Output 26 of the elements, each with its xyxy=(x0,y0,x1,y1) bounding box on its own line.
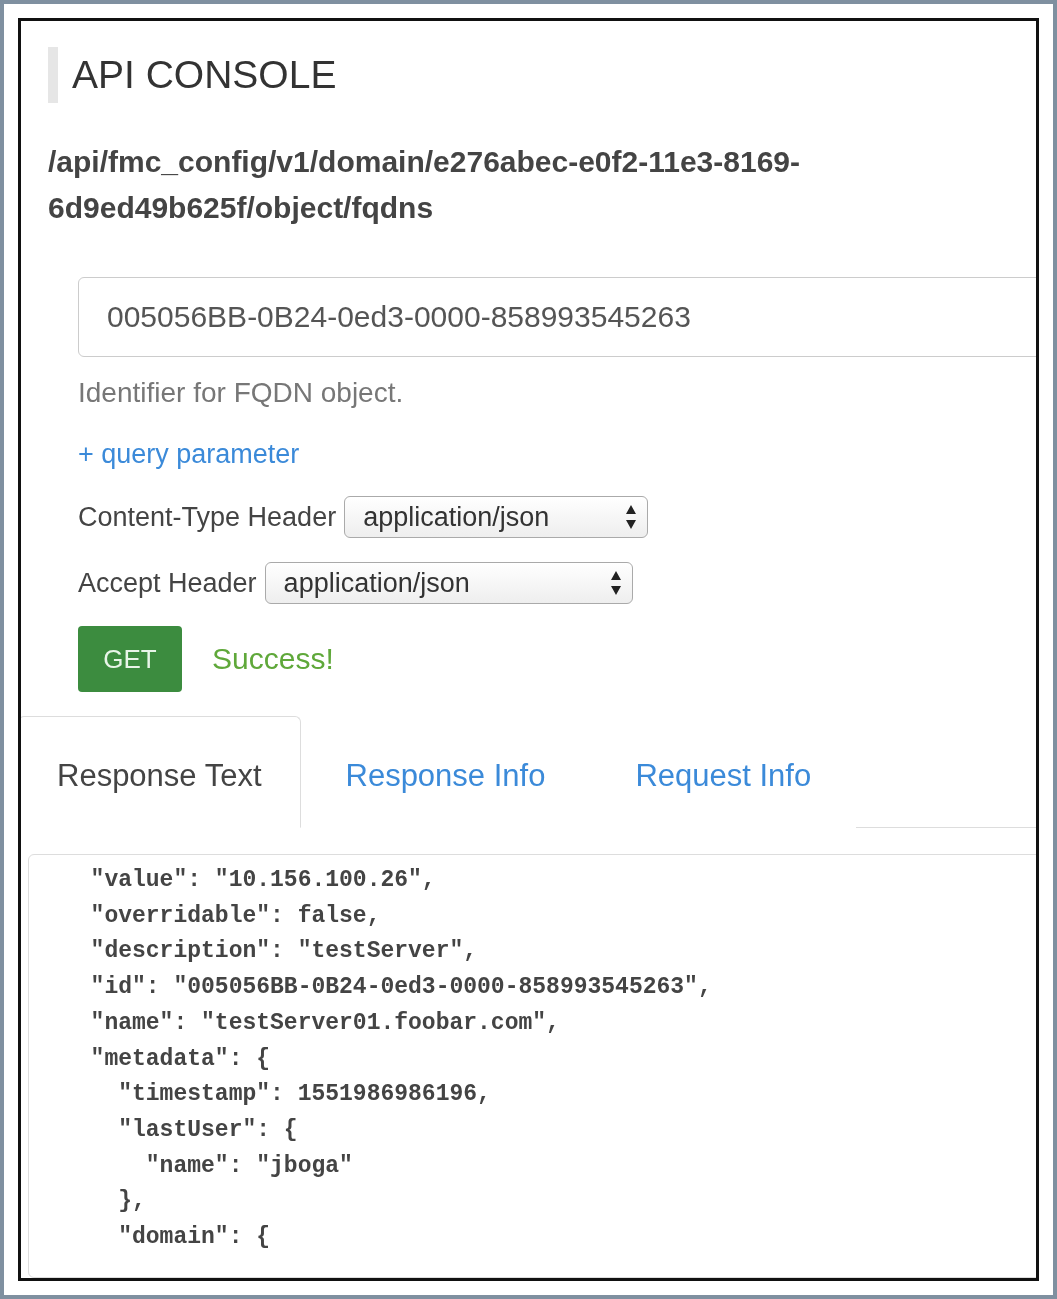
header-label: Content-Type Header xyxy=(78,501,337,533)
up-down-arrow-icon xyxy=(625,504,638,530)
code-line: "metadata": { xyxy=(89,1044,272,1074)
page-title: API CONSOLE xyxy=(72,53,337,97)
identifier-field[interactable]: 005056BB-0B24-0ed3-0000-858993545263 xyxy=(78,277,1036,357)
up-down-arrow-icon xyxy=(609,570,622,596)
endpoint-path: /api/fmc_config/v1/domain/e276abec-e0f2-11e3-8169-6d9ed49b625f/object/fqdns xyxy=(48,144,802,226)
code-line: "id": "005056BB-0B24-0ed3-0000-858993545263", xyxy=(89,973,713,1003)
code-line: "name": "testServer01.foobar.com", xyxy=(89,1008,561,1038)
code-line: "timestamp": 1551986986196, xyxy=(117,1080,492,1110)
header-select[interactable]: application/json xyxy=(344,496,649,538)
code-line: "value": "10.156.100.26", xyxy=(89,866,437,895)
code-line: "overridable": false, xyxy=(89,901,382,931)
code-line: "lastUser": { xyxy=(117,1115,299,1145)
code-line: "name": "jboga" xyxy=(144,1151,354,1181)
get-button[interactable]: GET xyxy=(78,626,182,692)
code-line: }, xyxy=(117,1187,147,1217)
header-label: Accept Header xyxy=(78,567,257,599)
code-line: "description": "testServer", xyxy=(89,937,479,967)
tab[interactable]: Response Text xyxy=(21,716,301,828)
header-select[interactable]: application/json xyxy=(264,562,633,604)
title-accent-bar xyxy=(48,47,58,103)
query-parameter-link[interactable]: + query parameter xyxy=(78,439,300,470)
status-text: Success! xyxy=(212,642,334,676)
code-line: "domain": { xyxy=(117,1223,272,1253)
help-text: Identifier for FQDN object. xyxy=(78,377,405,409)
